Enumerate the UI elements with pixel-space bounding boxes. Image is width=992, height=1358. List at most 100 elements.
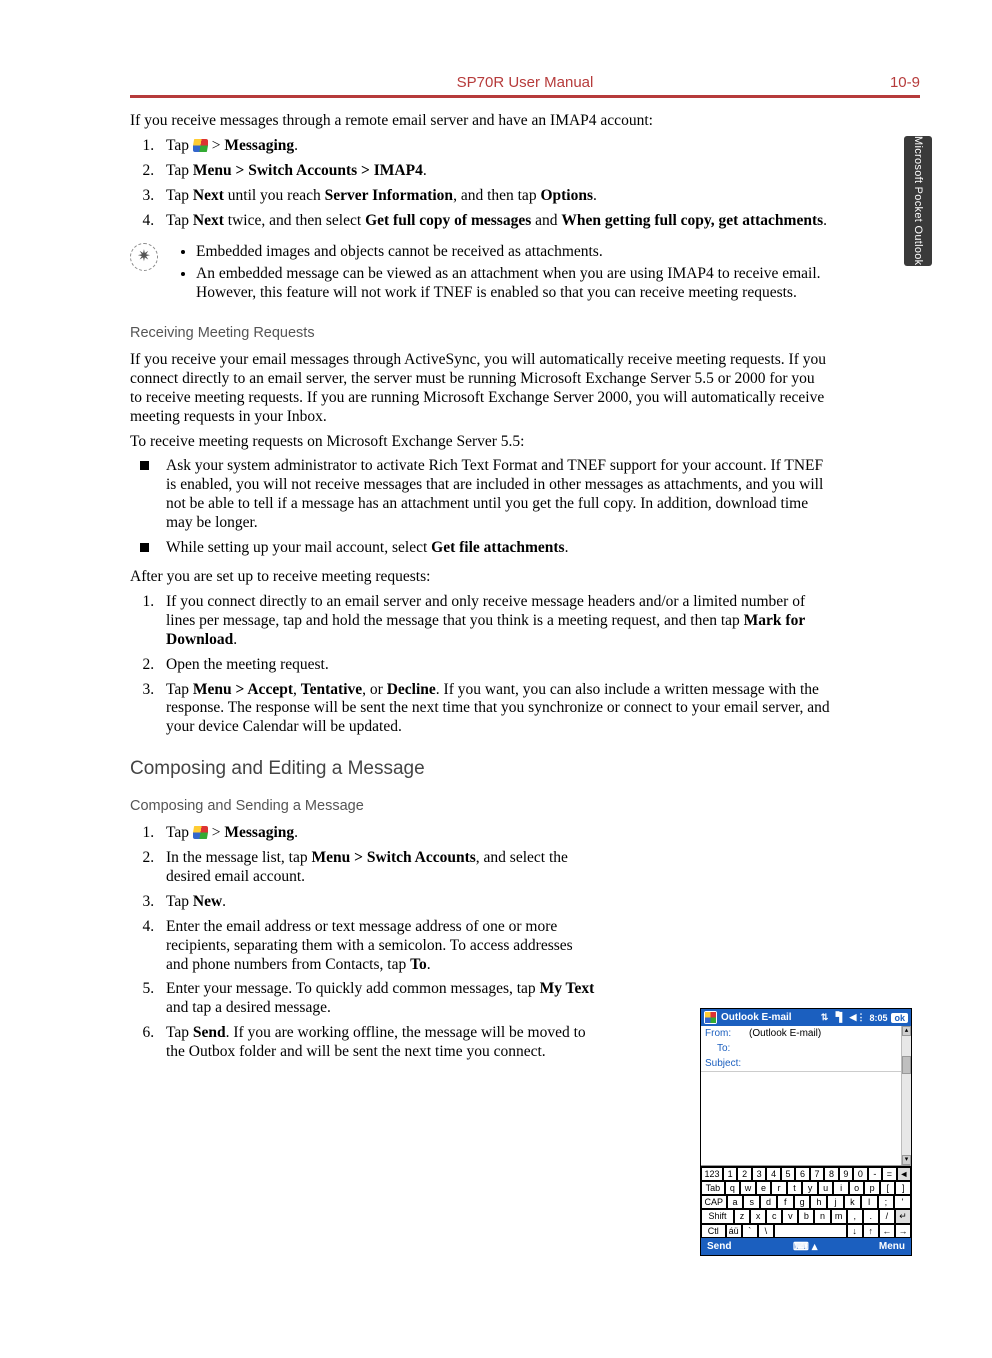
key[interactable]: h: [810, 1195, 827, 1209]
key[interactable]: i: [833, 1181, 849, 1195]
recv-steps-list: If you connect directly to an email serv…: [130, 593, 830, 737]
title-bar-icons: ⇅ ▝▌ ◀⋮ 8:05 ok: [821, 1012, 908, 1023]
tab-key[interactable]: Tab: [701, 1181, 725, 1195]
tip-block: ✷ Embedded images and objects cannot be …: [130, 243, 830, 308]
key[interactable]: 0: [853, 1167, 867, 1181]
key[interactable]: g: [794, 1195, 811, 1209]
backspace-key[interactable]: ◄: [897, 1167, 911, 1181]
key[interactable]: t: [787, 1181, 803, 1195]
key[interactable]: n: [814, 1209, 830, 1224]
arrow-left-key[interactable]: ←: [879, 1224, 895, 1238]
key[interactable]: u: [818, 1181, 834, 1195]
header-page-number: 10-9: [850, 74, 920, 91]
sync-icon[interactable]: ⇅: [821, 1012, 829, 1023]
key[interactable]: k: [844, 1195, 861, 1209]
key[interactable]: =: [882, 1167, 896, 1181]
compose-step-4: Enter the email address or text message …: [158, 918, 595, 975]
key[interactable]: /: [879, 1209, 895, 1224]
compose-steps-list: Tap > Messaging. In the message list, ta…: [130, 824, 595, 1062]
key[interactable]: l: [861, 1195, 878, 1209]
key[interactable]: m: [831, 1209, 847, 1224]
tip-item: An embedded message can be viewed as an …: [196, 265, 830, 303]
recv-bullet: While setting up your mail account, sele…: [130, 539, 830, 558]
arrow-up-key[interactable]: ↑: [863, 1224, 879, 1238]
start-icon[interactable]: [704, 1011, 717, 1024]
key[interactable]: d: [760, 1195, 777, 1209]
key[interactable]: w: [740, 1181, 756, 1195]
key[interactable]: q: [725, 1181, 741, 1195]
accent-key[interactable]: áü: [726, 1224, 742, 1238]
key[interactable]: 9: [839, 1167, 853, 1181]
key[interactable]: c: [766, 1209, 782, 1224]
key-123[interactable]: 123: [701, 1167, 723, 1181]
signal-icon[interactable]: ▝▌: [832, 1012, 845, 1023]
start-icon: [193, 826, 208, 839]
recv-bullet-list: Ask your system administrator to activat…: [130, 457, 830, 558]
key[interactable]: ,: [847, 1209, 863, 1224]
to-row[interactable]: To:: [701, 1041, 911, 1056]
scroll-thumb[interactable]: [902, 1056, 911, 1074]
space-key[interactable]: [774, 1224, 847, 1238]
key[interactable]: p: [864, 1181, 880, 1195]
key[interactable]: z: [734, 1209, 750, 1224]
arrow-down-key[interactable]: ↓: [847, 1224, 863, 1238]
key[interactable]: -: [868, 1167, 882, 1181]
volume-icon[interactable]: ◀⋮: [850, 1012, 866, 1023]
key[interactable]: \: [758, 1224, 774, 1238]
key[interactable]: 6: [795, 1167, 809, 1181]
manual-page: SP70R User Manual 10-9 Microsoft Pocket …: [0, 0, 992, 1358]
caps-key[interactable]: CAP: [701, 1195, 727, 1209]
vertical-scrollbar[interactable]: ▴ ▾: [901, 1026, 911, 1165]
key[interactable]: 5: [781, 1167, 795, 1181]
send-button[interactable]: Send: [707, 1241, 731, 1252]
compose-step-2: In the message list, tap Menu > Switch A…: [158, 849, 595, 887]
device-screen: Outlook E-mail ⇅ ▝▌ ◀⋮ 8:05 ok From: (Ou…: [700, 1008, 912, 1256]
key[interactable]: x: [750, 1209, 766, 1224]
recv-step-1: If you connect directly to an email serv…: [158, 593, 830, 650]
key[interactable]: 1: [723, 1167, 737, 1181]
key[interactable]: ;: [878, 1195, 895, 1209]
menu-button[interactable]: Menu: [879, 1241, 905, 1252]
compose-step-3: Tap New.: [158, 893, 595, 912]
subject-row[interactable]: Subject:: [701, 1056, 911, 1072]
key-row-2: Tab q w e r t y u i o p [ ]: [701, 1181, 911, 1195]
key[interactable]: b: [798, 1209, 814, 1224]
compose-step-1: Tap > Messaging.: [158, 824, 595, 843]
input-panel-button[interactable]: ⌨ ▴: [793, 1240, 817, 1253]
key[interactable]: 4: [766, 1167, 780, 1181]
on-screen-keyboard[interactable]: 123 1 2 3 4 5 6 7 8 9 0 - = ◄ Tab: [701, 1166, 911, 1238]
key[interactable]: j: [827, 1195, 844, 1209]
scroll-down-button[interactable]: ▾: [902, 1155, 911, 1165]
key[interactable]: .: [863, 1209, 879, 1224]
key[interactable]: 2: [737, 1167, 751, 1181]
key[interactable]: `: [742, 1224, 758, 1238]
key[interactable]: s: [743, 1195, 760, 1209]
key[interactable]: ': [894, 1195, 911, 1209]
key[interactable]: [: [880, 1181, 896, 1195]
arrow-right-key[interactable]: →: [895, 1224, 911, 1238]
key[interactable]: 3: [752, 1167, 766, 1181]
key[interactable]: v: [782, 1209, 798, 1224]
key[interactable]: a: [727, 1195, 744, 1209]
compose-step-5: Enter your message. To quickly add commo…: [158, 980, 595, 1018]
key[interactable]: r: [771, 1181, 787, 1195]
key[interactable]: f: [777, 1195, 794, 1209]
key[interactable]: 7: [810, 1167, 824, 1181]
key[interactable]: e: [756, 1181, 772, 1195]
key[interactable]: ]: [895, 1181, 911, 1195]
to-label: To:: [705, 1043, 749, 1054]
ctl-key[interactable]: Ctl: [701, 1224, 726, 1238]
device-screenshot: Outlook E-mail ⇅ ▝▌ ◀⋮ 8:05 ok From: (Ou…: [700, 1008, 912, 1256]
key[interactable]: 8: [824, 1167, 838, 1181]
ok-button[interactable]: ok: [891, 1013, 908, 1023]
recv-step-3: Tap Menu > Accept, Tentative, or Decline…: [158, 681, 830, 738]
shift-key[interactable]: Shift: [701, 1209, 734, 1224]
key[interactable]: y: [802, 1181, 818, 1195]
device-title-bar[interactable]: Outlook E-mail ⇅ ▝▌ ◀⋮ 8:05 ok: [701, 1009, 911, 1026]
subject-label: Subject:: [705, 1058, 741, 1069]
recv-step-2: Open the meeting request.: [158, 656, 830, 675]
enter-key[interactable]: ↵: [895, 1209, 911, 1224]
key[interactable]: o: [849, 1181, 865, 1195]
scroll-up-button[interactable]: ▴: [902, 1026, 911, 1036]
compose-step-6: Tap Send. If you are working offline, th…: [158, 1024, 595, 1062]
